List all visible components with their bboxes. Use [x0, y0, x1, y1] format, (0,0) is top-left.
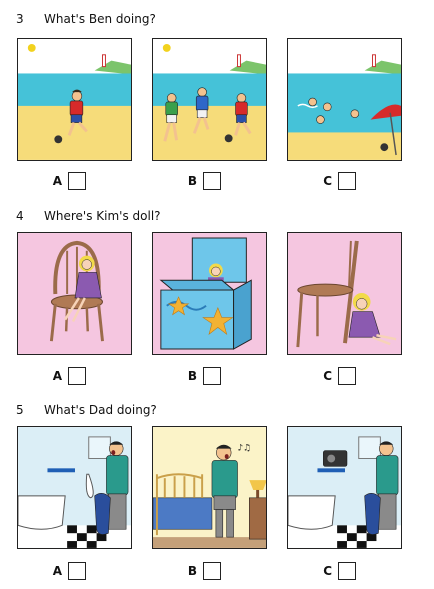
option-3b: B — [183, 172, 221, 190]
answer-checkbox[interactable] — [68, 367, 86, 385]
picture-3a-beach-football — [17, 38, 132, 161]
option-4a: A — [48, 367, 86, 385]
picture-5a-singing-bathroom — [17, 426, 132, 549]
option-letter: C — [323, 369, 332, 383]
option-letter: B — [187, 564, 197, 578]
option-3a: A — [48, 172, 86, 190]
option-4b: B — [183, 367, 221, 385]
option-letter: C — [323, 564, 332, 578]
question-text: What's Ben doing? — [44, 12, 156, 26]
question-number: 3 — [16, 12, 24, 26]
picture-3b-beach-football-friends — [152, 38, 267, 161]
answer-checkbox[interactable] — [338, 172, 356, 190]
question-number: 4 — [16, 209, 24, 223]
picture-4b-doll-in-box — [152, 232, 267, 355]
answer-checkbox[interactable] — [203, 367, 221, 385]
answer-checkbox[interactable] — [338, 367, 356, 385]
option-5b: B — [183, 562, 221, 580]
option-letter: B — [187, 174, 197, 188]
option-5c: C — [318, 562, 356, 580]
answer-checkbox[interactable] — [338, 562, 356, 580]
picture-4a-doll-on-chair — [17, 232, 132, 355]
answer-checkbox[interactable] — [68, 172, 86, 190]
picture-4c-doll-under-chair — [287, 232, 402, 355]
svg-text:♪♫: ♪♫ — [238, 444, 252, 454]
picture-5c-radio-bathroom — [287, 426, 402, 549]
answer-checkbox[interactable] — [68, 562, 86, 580]
question-text: What's Dad doing? — [44, 403, 157, 417]
option-letter: A — [52, 369, 62, 383]
question-text: Where's Kim's doll? — [44, 209, 161, 223]
option-3c: C — [318, 172, 356, 190]
picture-5b-singing-bedroom: ♪♫ — [152, 426, 267, 549]
option-4c: C — [318, 367, 356, 385]
picture-3c-swimming-sea — [287, 38, 402, 161]
option-letter: C — [323, 174, 332, 188]
option-5a: A — [48, 562, 86, 580]
question-number: 5 — [16, 403, 24, 417]
option-letter: A — [52, 564, 62, 578]
answer-checkbox[interactable] — [203, 172, 221, 190]
option-letter: A — [52, 174, 62, 188]
answer-checkbox[interactable] — [203, 562, 221, 580]
option-letter: B — [187, 369, 197, 383]
